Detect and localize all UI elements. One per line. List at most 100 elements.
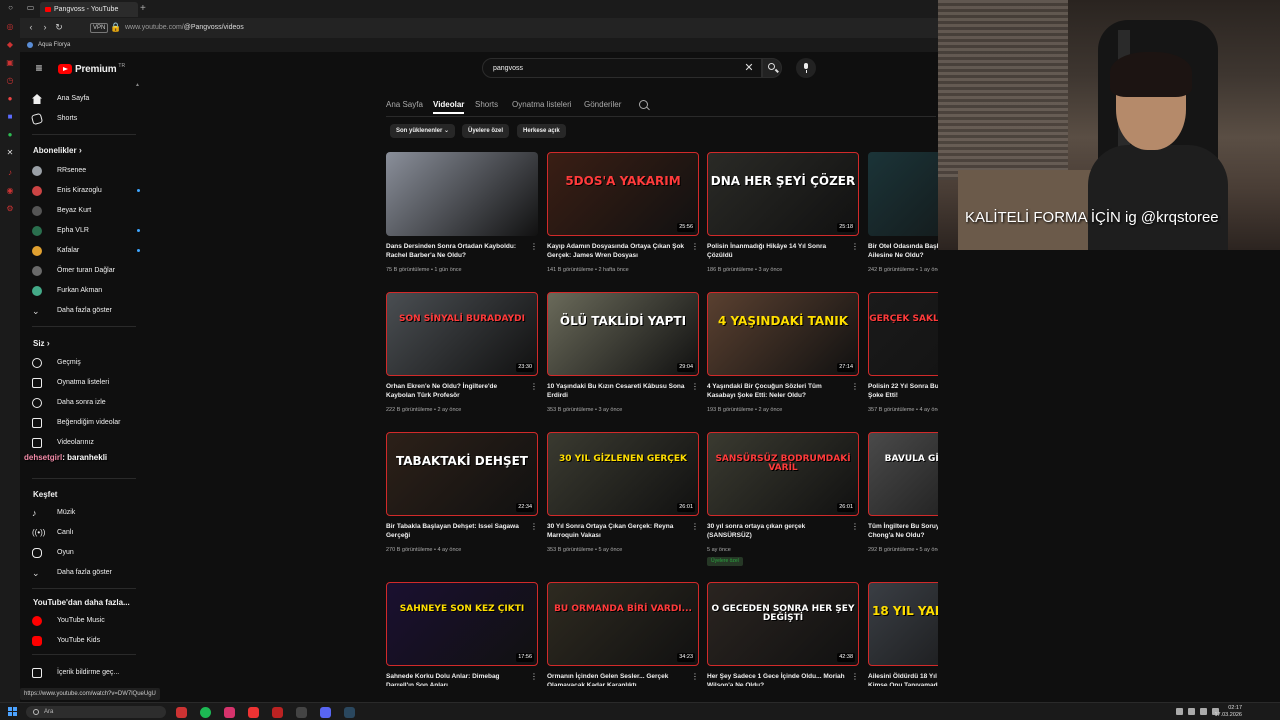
sidebar-item-watch-later[interactable]: Daha sonra izle [32, 396, 140, 410]
search-button[interactable] [762, 58, 782, 78]
more-actions-icon[interactable]: ⋮ [530, 242, 538, 251]
tab-videos[interactable]: Videolar [433, 98, 465, 114]
video-thumbnail[interactable]: SON SİNYALİ BURADAYDI 23:30 [386, 292, 538, 376]
video-title[interactable]: Tüm İngiltere Bu Soruya Kilitlendi: Mee … [868, 522, 938, 540]
video-card[interactable]: SON SİNYALİ BURADAYDI 23:30 Orhan Ekren'e … [386, 292, 538, 432]
more-actions-icon[interactable]: ⋮ [851, 672, 859, 681]
sidebar-show-more[interactable]: ⌄ Daha fazla göster [32, 304, 140, 318]
messenger-icon[interactable]: ● [5, 94, 15, 104]
video-thumbnail[interactable]: TABAKTAKİ DEHŞET 22:34 [386, 432, 538, 516]
video-card[interactable]: SAHNEYE SON KEZ ÇIKTI 17:56 Sahnede Korku … [386, 582, 538, 686]
subscription-item[interactable]: RRsenee [32, 164, 140, 178]
video-thumbnail[interactable] [386, 152, 538, 236]
x-icon[interactable]: ✕ [5, 148, 15, 158]
sidebar-item-youtube-music[interactable]: YouTube Music [32, 614, 140, 628]
new-tab-icon[interactable]: + [140, 2, 150, 16]
reload-icon[interactable]: ↻ [54, 22, 64, 32]
history-icon[interactable]: ◷ [5, 76, 15, 86]
you-header[interactable]: Siz › [33, 338, 50, 348]
tab-posts[interactable]: Gönderiler [584, 98, 621, 112]
video-title[interactable]: Bir Otel Odasında Başlayan Kabus: Novack… [868, 242, 938, 260]
settings-icon[interactable]: ⚙ [5, 204, 15, 214]
more-actions-icon[interactable]: ⋮ [530, 382, 538, 391]
video-thumbnail[interactable]: 4 YAŞINDAKİ TANIK 27:14 [707, 292, 859, 376]
video-card[interactable]: 30 YIL GİZLENEN GERÇEK 26:01 30 Yıl Sonra … [547, 432, 699, 572]
video-thumbnail[interactable]: 5DOS'A YAKARIM 25:56 [547, 152, 699, 236]
video-card[interactable]: ÖLÜ TAKLİDİ YAPTI 29:04 10 Yaşındaki Bu Kı… [547, 292, 699, 432]
vpn-badge[interactable]: VPN [90, 23, 109, 33]
video-title[interactable]: 4 Yaşındaki Bir Çocuğun Sözleri Tüm Kasa… [707, 382, 847, 400]
more-actions-icon[interactable]: ⋮ [691, 242, 699, 251]
video-title[interactable]: Bir Tabakla Başlayan Dehşet: Issei Sagaw… [386, 522, 526, 540]
subscription-item[interactable]: Ömer turan Dağlar [32, 264, 140, 278]
chip-latest[interactable]: Son yüklenenler ⌄ [390, 124, 456, 138]
network-icon[interactable] [1200, 708, 1207, 715]
subscriptions-header[interactable]: Abonelikler › [33, 145, 82, 155]
more-actions-icon[interactable]: ⋮ [530, 522, 538, 531]
subscription-item[interactable]: Epha VLR [32, 224, 140, 238]
url-text[interactable]: www.youtube.com/@Pangvoss/videos [125, 23, 244, 33]
video-thumbnail[interactable]: ÖLÜ TAKLİDİ YAPTI 29:04 [547, 292, 699, 376]
sidebar-item-history[interactable]: Geçmiş [32, 356, 140, 370]
menu-icon[interactable]: ≡ [32, 62, 46, 74]
sidebar-item-liked[interactable]: Beğendiğim videolar [32, 416, 140, 430]
subscription-item[interactable]: Beyaz Kurt [32, 204, 140, 218]
more-actions-icon[interactable]: ⋮ [691, 522, 699, 531]
tab-playlists[interactable]: Oynatma listeleri [512, 98, 572, 112]
obs-icon[interactable] [296, 707, 307, 718]
tab-shorts[interactable]: Shorts [475, 98, 498, 112]
video-card[interactable]: 4 YAŞINDAKİ TANIK 27:14 4 Yaşındaki Bir Ço… [707, 292, 859, 432]
video-title[interactable]: Dans Dersinden Sonra Ortadan Kayboldu: R… [386, 242, 526, 260]
subscription-item[interactable]: Furkan Akman [32, 284, 140, 298]
opera-gx-icon[interactable] [248, 707, 259, 718]
subscription-item[interactable]: Kafalar [32, 244, 140, 258]
tab-menu-icon[interactable]: ▭ [26, 3, 35, 12]
bookmark-item[interactable]: Aqua Florya [38, 42, 70, 48]
music-icon[interactable]: ♪ [5, 168, 15, 178]
forward-icon[interactable]: › [40, 22, 50, 32]
video-card[interactable]: TABAKTAKİ DEHŞET 22:34 Bir Tabakla Başlaya… [386, 432, 538, 572]
video-thumbnail[interactable]: SAHNEYE SON KEZ ÇIKTI 17:56 [386, 582, 538, 666]
sidebar-item-home[interactable]: Ana Sayfa [32, 92, 140, 106]
video-card[interactable]: GERÇEK SAKLANAMAZ.. ASLA44:17 Polisin 22 … [868, 292, 938, 432]
sidebar-item-youtube-kids[interactable]: YouTube Kids [32, 634, 140, 648]
more-actions-icon[interactable]: ⋮ [691, 672, 699, 681]
aria-icon[interactable]: ◆ [5, 40, 15, 50]
sidebar-item-music[interactable]: ♪ Müzik [32, 506, 140, 520]
opera-app-icon[interactable] [176, 707, 187, 718]
more-actions-icon[interactable]: ⋮ [851, 242, 859, 251]
video-title[interactable]: Polisin 22 Yıl Sonra Bulduğu Gerçek Herk… [868, 382, 938, 400]
channel-search-icon[interactable] [639, 100, 648, 109]
instagram-icon[interactable]: ◉ [5, 186, 15, 196]
video-title[interactable]: Ailesini Öldürdü 18 Yıl Ortadan Kayboldu… [868, 672, 938, 686]
video-thumbnail[interactable]: 38:54 [868, 152, 938, 236]
video-card[interactable]: 18 YIL YAKALANMADI31:26 Ailesini Öldürdü … [868, 582, 938, 686]
opera-icon[interactable]: ○ [6, 3, 15, 12]
video-thumbnail[interactable]: GERÇEK SAKLANAMAZ.. ASLA44:17 [868, 292, 938, 376]
video-title[interactable]: 10 Yaşındaki Bu Kızın Cesareti Kâbusu So… [547, 382, 687, 400]
app-icon[interactable] [272, 707, 283, 718]
tab-home[interactable]: Ana Sayfa [386, 98, 423, 112]
instagram-app-icon[interactable] [224, 707, 235, 718]
sidebar-item-report[interactable]: İçerik bildirme geç... [32, 666, 140, 680]
video-thumbnail[interactable]: BU ORMANDA BİRİ VARDI... 34:23 [547, 582, 699, 666]
chip-members-only[interactable]: Üyelere özel [462, 124, 510, 138]
taskbar-search[interactable]: Ara [26, 706, 166, 718]
sidebar-item-live[interactable]: ((•)) Canlı [32, 526, 140, 540]
more-actions-icon[interactable]: ⋮ [691, 382, 699, 391]
more-actions-icon[interactable]: ⋮ [851, 522, 859, 531]
sidebar-item-playlists[interactable]: Oynatma listeleri [32, 376, 140, 390]
video-thumbnail[interactable]: 30 YIL GİZLENEN GERÇEK 26:01 [547, 432, 699, 516]
video-card[interactable]: BU ORMANDA BİRİ VARDI... 34:23 Ormanın İçi… [547, 582, 699, 686]
video-card[interactable]: 38:54 Bir Otel Odasında Başlayan Kabus: N… [868, 152, 938, 292]
more-actions-icon[interactable]: ⋮ [530, 672, 538, 681]
bag-icon[interactable]: ▣ [5, 58, 15, 68]
video-title[interactable]: 30 Yıl Sonra Ortaya Çıkan Gerçek: Reyna … [547, 522, 687, 540]
clear-search-icon[interactable]: ✕ [743, 62, 755, 75]
subscription-item[interactable]: Enis Kirazoglu [32, 184, 140, 198]
clock[interactable]: 02:17 17.03.2026 [1214, 705, 1242, 719]
video-thumbnail[interactable]: BAVULA GİZLENMİŞ SIR24:58 [868, 432, 938, 516]
video-title[interactable]: Polisin İnanmadığı Hikâye 14 Yıl Sonra Ç… [707, 242, 847, 260]
sidebar-item-shorts[interactable]: Shorts [30, 112, 140, 126]
video-title[interactable]: Orhan Ekren'e Ne Oldu? İngiltere'de Kayb… [386, 382, 526, 400]
